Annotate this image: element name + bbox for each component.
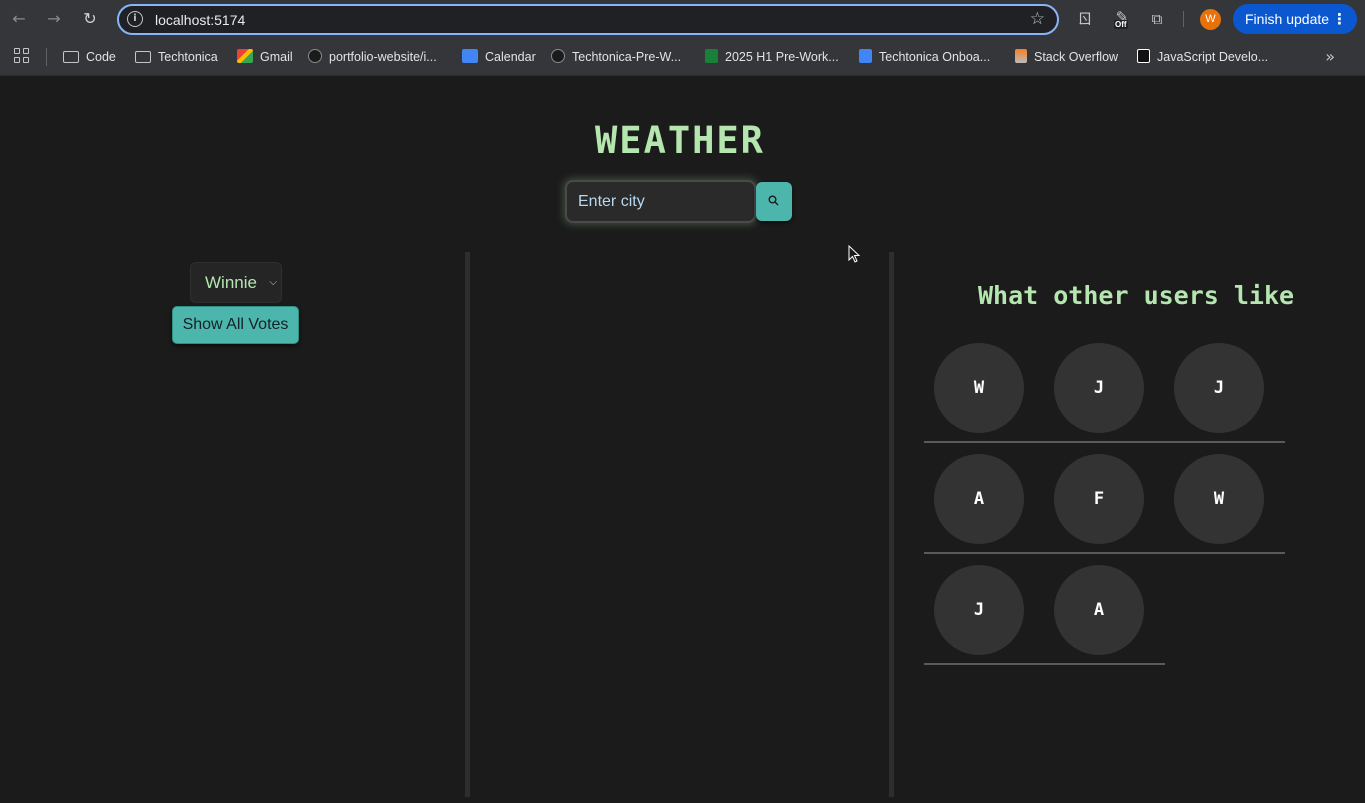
city-search-input[interactable] [565, 180, 756, 223]
row-divider [924, 441, 1285, 443]
toolbar-separator [1183, 11, 1184, 27]
user-avatar-circle[interactable]: J [934, 565, 1024, 655]
show-all-votes-button[interactable]: Show All Votes [172, 306, 299, 344]
bookmarks-separator [46, 48, 47, 66]
apps-grid-icon[interactable] [14, 48, 32, 66]
gmail-icon [237, 49, 253, 63]
reload-icon[interactable]: ↻ [79, 8, 101, 30]
weather-app: WEATHER Winnie ⌵ Show All Votes What oth… [0, 77, 1365, 803]
bookmark-code[interactable]: Code [63, 48, 116, 66]
user-avatar-circle[interactable]: J [1054, 343, 1144, 433]
bookmark-stack-overflow[interactable]: Stack Overflow [1015, 48, 1118, 66]
bookmark-gmail[interactable]: Gmail [237, 48, 293, 66]
user-select[interactable]: Winnie ⌵ [190, 262, 282, 303]
browser-toolbar: ← → ↻ i localhost:5174 ☆ ㄖ ✎ Off ⧉ W Fin… [0, 0, 1365, 38]
search-icon [768, 195, 779, 206]
chevron-double-right-icon[interactable]: » [1325, 47, 1335, 66]
extensions-puzzle-icon[interactable]: ⧉ [1147, 9, 1167, 29]
user-avatar-circle[interactable]: A [1054, 565, 1144, 655]
bookmark-star-icon[interactable]: ☆ [1030, 9, 1045, 29]
extension-off-icon[interactable]: ✎ Off [1112, 8, 1132, 30]
bookmark-2025-prework[interactable]: 2025 H1 Pre-Work... [705, 48, 839, 66]
user-avatar-circle[interactable]: F [1054, 454, 1144, 544]
site-info-icon[interactable]: i [127, 11, 143, 27]
address-bar[interactable]: i localhost:5174 ☆ [117, 4, 1059, 35]
docs-icon [859, 49, 872, 63]
more-options-icon: ⋮ [1332, 10, 1347, 28]
finish-update-label: Finish update [1245, 11, 1330, 27]
bookmark-techtonica-prework[interactable]: Techtonica-Pre-W... [551, 48, 681, 66]
chevron-down-icon: ⌵ [269, 277, 277, 288]
github-icon [551, 49, 565, 63]
mouse-cursor-icon [848, 245, 860, 263]
user-avatar-circle[interactable]: W [1174, 454, 1264, 544]
row-divider [924, 552, 1285, 554]
right-column-divider [889, 252, 894, 797]
user-select-value: Winnie [205, 273, 257, 292]
user-avatar-circle[interactable]: A [934, 454, 1024, 544]
folder-icon [63, 51, 79, 63]
users-panel-title: What other users like [978, 281, 1295, 310]
finish-update-button[interactable]: Finish update ⋮ [1233, 4, 1357, 34]
bookmarks-bar: Code Techtonica Gmail portfolio-website/… [0, 38, 1365, 76]
bookmark-techtonica-onboarding[interactable]: Techtonica Onboa... [859, 48, 990, 66]
translate-extension-icon[interactable]: ㄖ [1075, 9, 1095, 29]
bookmark-techtonica[interactable]: Techtonica [135, 48, 218, 66]
search-button[interactable] [756, 182, 792, 221]
bookmark-javascript[interactable]: JavaScript Develo... [1137, 48, 1268, 66]
row-divider [924, 663, 1165, 665]
github-icon [308, 49, 322, 63]
bookmark-portfolio[interactable]: portfolio-website/i... [308, 48, 437, 66]
sheets-icon [705, 49, 718, 63]
calendar-icon [462, 49, 478, 63]
left-column-divider [465, 252, 470, 797]
user-avatar-circle[interactable]: W [934, 343, 1024, 433]
folder-icon [135, 51, 151, 63]
bookmark-calendar[interactable]: Calendar [462, 48, 536, 66]
page-title: WEATHER [595, 119, 765, 162]
url-text[interactable]: localhost:5174 [155, 12, 245, 28]
forward-arrow-icon[interactable]: → [43, 8, 65, 30]
stackoverflow-icon [1015, 49, 1027, 63]
user-avatar-circle[interactable]: J [1174, 343, 1264, 433]
back-arrow-icon[interactable]: ← [8, 8, 30, 30]
profile-avatar[interactable]: W [1200, 9, 1221, 30]
js-icon [1137, 49, 1150, 63]
off-badge: Off [1114, 20, 1128, 29]
